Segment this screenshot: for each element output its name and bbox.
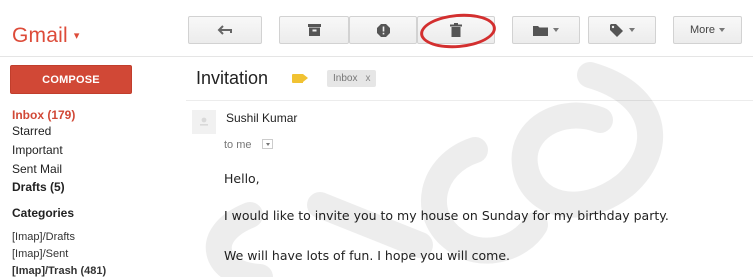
chevron-down-icon xyxy=(553,28,559,32)
sidebar-item-imap-trash[interactable]: [Imap]/Trash (481) xyxy=(12,265,106,277)
inbox-label-chip[interactable]: Inbox x xyxy=(327,70,377,87)
avatar xyxy=(192,110,216,134)
person-icon xyxy=(192,110,216,134)
sidebar-item-imap-sent[interactable]: [Imap]/Sent xyxy=(12,248,68,260)
show-details-button[interactable] xyxy=(262,139,273,149)
sidebar-item-sent-mail[interactable]: Sent Mail xyxy=(12,162,62,176)
sidebar-item-starred[interactable]: Starred xyxy=(12,124,51,138)
message-subject: Invitation xyxy=(196,68,269,88)
archive-icon xyxy=(307,24,321,36)
sidebar-item-imap-drafts[interactable]: [Imap]/Drafts xyxy=(12,231,75,243)
more-button[interactable]: More xyxy=(673,16,742,44)
message-body-line: I would like to invite you to my house o… xyxy=(224,208,669,223)
inbox-label-text: Inbox xyxy=(333,73,358,84)
move-to-button[interactable] xyxy=(512,16,580,44)
logo-caret-icon: ▾ xyxy=(73,30,80,42)
reply-arrow-icon xyxy=(217,25,232,35)
labels-button[interactable] xyxy=(588,16,656,44)
sidebar-categories-heading[interactable]: Categories xyxy=(12,206,74,220)
sidebar-item-drafts[interactable]: Drafts (5) xyxy=(12,180,65,194)
sender-name[interactable]: Sushil Kumar xyxy=(226,111,297,125)
report-spam-icon xyxy=(376,23,390,37)
label-tag-icon xyxy=(609,23,623,37)
message-body-line: We will have lots of fun. I hope you wil… xyxy=(224,248,511,263)
sidebar-item-important[interactable]: Important xyxy=(12,143,63,157)
chevron-down-icon xyxy=(628,28,635,32)
more-button-label: More xyxy=(689,24,716,36)
chevron-down-icon xyxy=(265,142,270,146)
report-spam-button[interactable] xyxy=(349,16,417,44)
subject-divider xyxy=(186,100,753,101)
important-marker-icon[interactable] xyxy=(292,74,308,83)
sidebar-item-inbox[interactable]: Inbox (179) xyxy=(12,108,75,122)
archive-button[interactable] xyxy=(279,16,349,44)
gmail-logo[interactable]: Gmail ▾ xyxy=(12,24,80,48)
back-button[interactable] xyxy=(188,16,262,44)
folder-icon xyxy=(533,25,548,36)
chevron-down-icon xyxy=(719,28,726,32)
compose-button[interactable]: COMPOSE xyxy=(10,65,132,94)
remove-label-button[interactable]: x xyxy=(365,73,370,84)
recipient-summary: to me xyxy=(224,139,252,151)
toolbar-divider xyxy=(0,56,753,57)
message-body-line: Hello, xyxy=(224,171,260,186)
gmail-logo-text: Gmail xyxy=(12,24,68,47)
